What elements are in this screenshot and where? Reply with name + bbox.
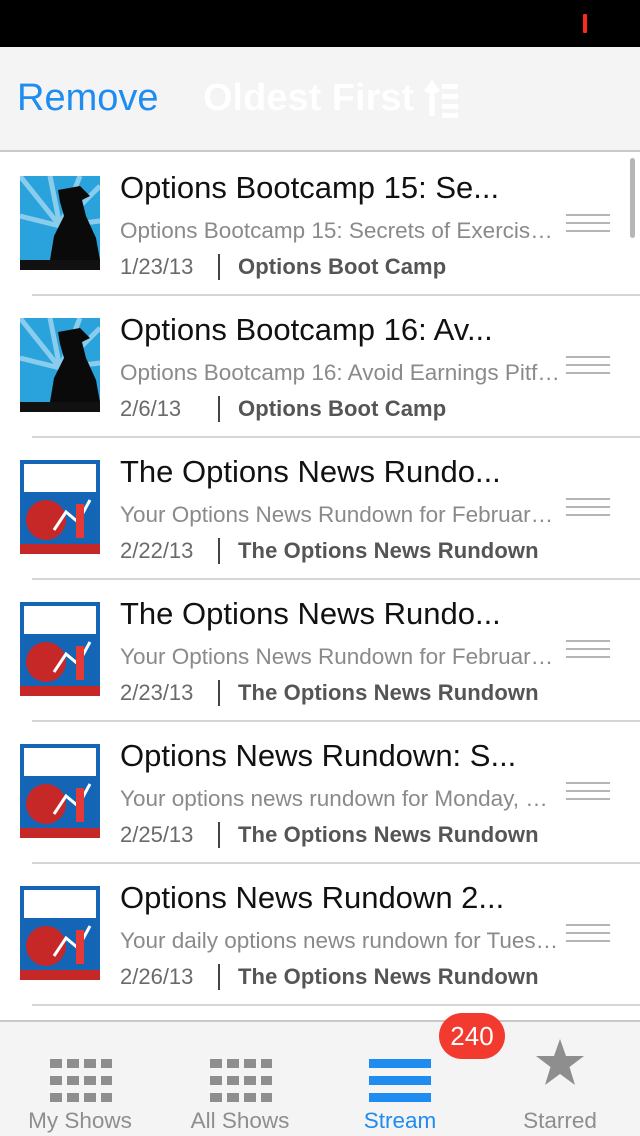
tab-label: My Shows [28,1108,132,1133]
episode-date: 2/25/13 [120,822,194,847]
list-item[interactable]: Options News Rundown 2... Your daily opt… [0,864,640,1006]
episode-date: 2/22/13 [120,538,194,563]
tab-all-shows[interactable]: All Shows [160,1022,320,1136]
scrollbar[interactable] [630,158,635,238]
episode-title: Options News Rundown 2... [120,880,505,915]
divider [218,964,220,990]
options-news-rundown-artwork [20,602,100,696]
grid-icon [50,1059,112,1102]
episode-description: Your Options News Rundown for February 2… [120,644,560,669]
episode-description: Your daily options news rundown for Tues… [120,928,560,953]
episode-date: 2/23/13 [120,680,194,705]
list-item[interactable]: The Options News Rundo... Your Options N… [0,580,640,722]
reorder-handle-icon[interactable] [566,640,610,658]
show-name: The Options News Rundown [238,964,539,989]
episode-description: Options Bootcamp 15: Secrets of Exercise… [120,218,560,243]
tab-label: All Shows [190,1108,290,1133]
reorder-handle-icon[interactable] [566,782,610,800]
show-name: Options Boot Camp [238,396,447,421]
reorder-handle-icon[interactable] [566,498,610,516]
options-news-rundown-artwork [20,744,100,838]
list-item[interactable]: Options Bootcamp 16: Av... Options Bootc… [0,296,640,438]
episode-meta: 2/23/13 The Options News Rundown [120,680,539,706]
episode-description: Your Options News Rundown for February 2… [120,502,560,527]
episode-title: Options News Rundown: S... [120,738,517,773]
options-boot-camp-artwork [20,176,100,270]
episode-list[interactable]: Options Bootcamp 15: Se... Options Bootc… [0,154,640,1020]
list-item[interactable]: Options News Rundown: S... Your options … [0,722,640,864]
stream-count-badge: 240 [439,1013,505,1059]
reorder-handle-icon[interactable] [566,924,610,942]
episode-date: 2/6/13 [120,396,182,421]
episode-date: 1/23/13 [120,254,194,279]
tab-label: Starred [523,1108,597,1133]
episode-meta: 2/25/13 The Options News Rundown [120,822,539,848]
episode-meta: 2/26/13 The Options News Rundown [120,964,539,990]
tab-label: Stream [363,1108,437,1133]
episode-description: Options Bootcamp 16: Avoid Earnings Pitf… [120,360,560,385]
divider [218,396,220,422]
divider [218,822,220,848]
options-news-rundown-artwork [20,886,100,980]
tab-my-shows[interactable]: My Shows [0,1022,160,1136]
sort-order-toggle[interactable]: Oldest First [203,77,460,120]
show-name: The Options News Rundown [238,822,539,847]
episode-meta: 1/23/13 Options Boot Camp [120,254,446,280]
episode-date: 2/26/13 [120,964,194,989]
list-item[interactable]: The Options News Rundo... Your Options N… [0,438,640,580]
divider [218,680,220,706]
list-item[interactable]: Options Bootcamp 15: Se... Options Bootc… [0,154,640,296]
remove-button[interactable]: Remove [17,77,159,120]
options-boot-camp-artwork [20,318,100,412]
episode-meta: 2/22/13 The Options News Rundown [120,538,539,564]
nav-bar: Remove Oldest First [0,47,640,152]
episode-title: The Options News Rundo... [120,454,501,489]
show-name: The Options News Rundown [238,538,539,563]
show-name: The Options News Rundown [238,680,539,705]
tab-bar: My Shows All Shows Stream Starred 240 [0,1013,640,1136]
episode-meta: 2/6/13 Options Boot Camp [120,396,446,422]
sort-ascending-icon [424,79,459,118]
stream-icon [369,1059,431,1102]
divider [218,254,220,280]
battery-icon [583,14,587,33]
star-icon [536,1039,584,1085]
episode-title: Options Bootcamp 16: Av... [120,312,493,347]
status-bar [0,0,640,47]
episode-title: The Options News Rundo... [120,596,501,631]
episode-description: Your options news rundown for Monday, Fe… [120,786,560,811]
options-news-rundown-artwork [20,460,100,554]
reorder-handle-icon[interactable] [566,214,610,232]
grid-icon [210,1059,272,1102]
sort-order-label: Oldest First [203,77,415,119]
show-name: Options Boot Camp [238,254,447,279]
episode-title: Options Bootcamp 15: Se... [120,170,500,205]
reorder-handle-icon[interactable] [566,356,610,374]
divider [218,538,220,564]
